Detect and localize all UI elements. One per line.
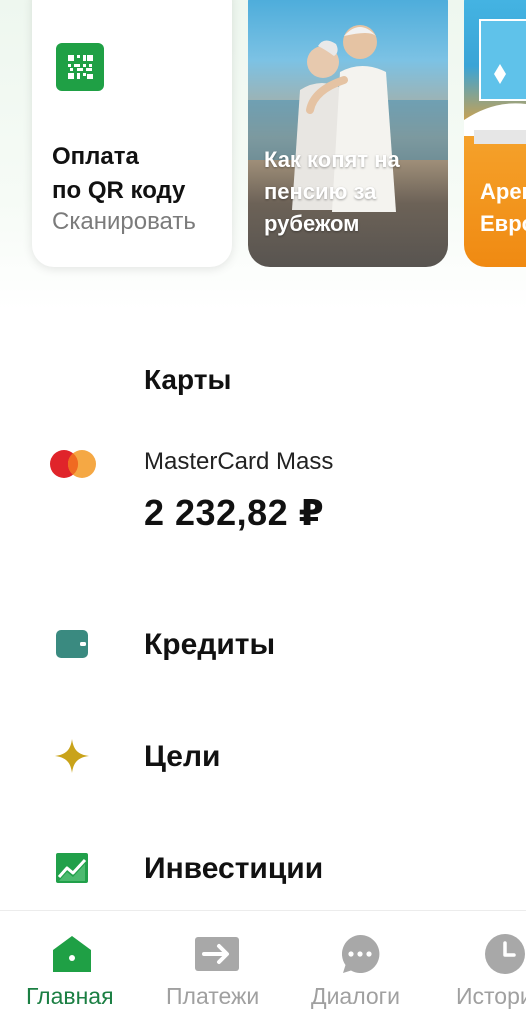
card-name: MasterCard Mass	[144, 448, 334, 475]
menu-item-investments[interactable]: Инвестиции	[0, 838, 526, 898]
nav-label-dialogs: Диалоги	[311, 983, 400, 1009]
nav-label-home: Главная	[26, 983, 114, 1009]
story-pension[interactable]: Как копят на пенсию за рубежом	[248, 0, 448, 267]
chart-icon	[56, 853, 88, 883]
clock-icon	[485, 934, 525, 974]
payments-icon	[195, 937, 239, 971]
menu-item-goals[interactable]: Цели	[0, 726, 526, 786]
qr-scan-link[interactable]: Сканировать	[52, 208, 196, 236]
star-icon	[55, 739, 89, 773]
qr-title-line2: по QR коду	[52, 177, 186, 204]
home-icon	[53, 936, 91, 972]
qr-story-title: Оплата по QR коду	[52, 140, 227, 208]
main-screen: Оплата по QR коду Сканировать Как копят …	[0, 0, 526, 1024]
rent-title-line2: Евро	[480, 211, 526, 236]
qr-title-line1: Оплата	[52, 143, 139, 170]
cards-section-title[interactable]: Карты	[144, 364, 231, 396]
pension-title-line1: Как копят на	[264, 147, 400, 172]
stories-carousel[interactable]: Оплата по QR коду Сканировать Как копят …	[0, 0, 526, 300]
menu-label-credits: Кредиты	[144, 628, 276, 661]
nav-item-dialogs[interactable]: Диалоги	[260, 911, 400, 1024]
pension-story-title: Как копят на пенсию за рубежом	[264, 144, 439, 240]
story-rent[interactable]: Арен Евро	[464, 0, 526, 267]
mastercard-logo-icon	[50, 450, 96, 478]
card-balance: 2 232,82 ₽	[144, 492, 325, 533]
story-qr-payment[interactable]: Оплата по QR коду Сканировать	[32, 0, 232, 267]
bottom-navigation: Главная Платежи Диалоги Истори	[0, 910, 526, 1024]
nav-item-history[interactable]: Истори	[456, 911, 526, 1024]
nav-label-payments: Платежи	[166, 983, 260, 1009]
menu-label-goals: Цели	[144, 740, 221, 773]
pension-title-line3: рубежом	[264, 211, 360, 236]
nav-item-payments[interactable]: Платежи	[130, 911, 260, 1024]
card-item-mastercard[interactable]: MasterCard Mass 2 232,82 ₽	[0, 440, 526, 550]
nav-label-history: Истори	[456, 983, 526, 1009]
menu-item-credits[interactable]: Кредиты	[0, 614, 526, 674]
menu-label-investments: Инвестиции	[144, 852, 324, 885]
wallet-icon	[56, 630, 88, 658]
pension-title-line2: пенсию за	[264, 179, 377, 204]
chat-icon	[341, 934, 380, 973]
nav-item-home[interactable]: Главная	[0, 911, 130, 1024]
qr-code-icon	[56, 43, 104, 91]
rent-title-line1: Арен	[480, 179, 526, 204]
rent-story-title: Арен Евро	[480, 176, 526, 240]
